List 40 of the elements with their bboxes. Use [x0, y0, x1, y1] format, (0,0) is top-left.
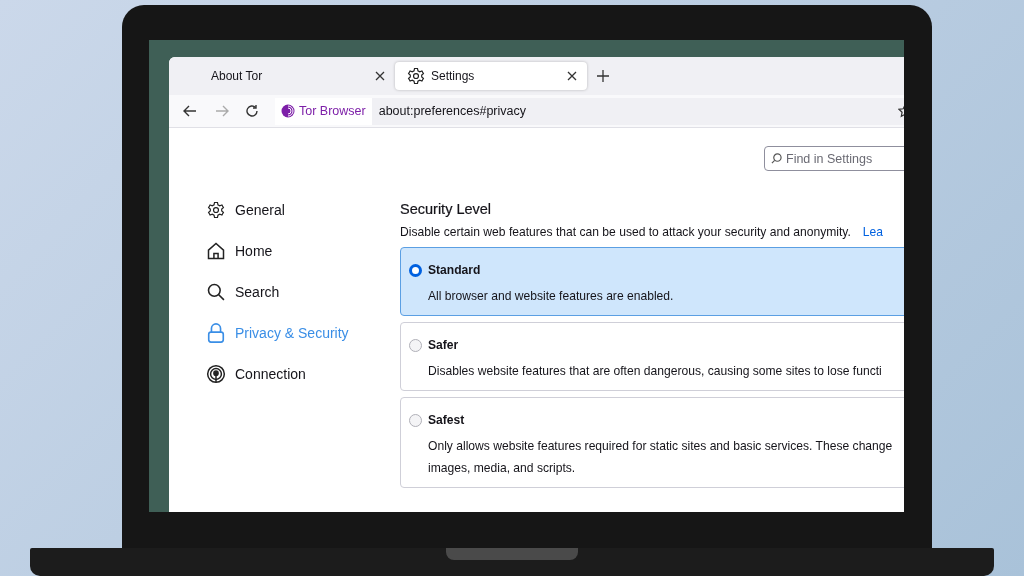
radio-button[interactable] [409, 413, 422, 427]
new-tab-icon[interactable] [597, 70, 609, 82]
address-bar[interactable]: Tor Browser about:preferences#privacy [275, 97, 904, 125]
sidebar-item[interactable]: General [205, 189, 362, 230]
browser-tab[interactable]: Settings [395, 62, 587, 90]
option-description: Only allows website features required for static sites and basic services. These change [428, 438, 894, 455]
gear-icon [207, 200, 225, 219]
option-card[interactable]: Safer Disables website features that are often dangerous, causing some sites to lose functi [400, 322, 904, 391]
section-description: Disable certain web features that can be used to attack your security and anonymity. [400, 224, 851, 241]
signal-icon [206, 363, 226, 384]
learn-more-link[interactable]: Lea [862, 223, 884, 241]
lock-icon [206, 321, 226, 344]
search-icon [771, 153, 782, 164]
sidebar-item[interactable]: Home [205, 230, 362, 271]
url-text: about:preferences#privacy [378, 104, 526, 118]
section-title: Security Level [400, 200, 493, 219]
radio-button[interactable] [409, 338, 422, 352]
gear-icon [407, 67, 425, 85]
home-icon [206, 240, 226, 261]
close-icon[interactable] [567, 71, 577, 81]
sidebar-item[interactable]: Privacy & Security [205, 312, 362, 353]
onion-icon [281, 104, 295, 118]
browser-tab[interactable]: About Tor [169, 62, 395, 90]
search-icon [206, 281, 226, 302]
radio-button[interactable] [409, 263, 422, 277]
option-title: Standard [428, 263, 481, 277]
option-card[interactable]: Safest Only allows website features required for static sites and basic services. These change images, media, and scripts. [400, 397, 904, 488]
option-title: Safer [428, 338, 459, 352]
option-description: images, media, and scripts. [428, 460, 577, 477]
option-title: Safest [428, 413, 465, 427]
option-card[interactable]: Standard All browser and website features are enabled. [400, 247, 904, 316]
option-description: All browser and website features are enabled. [428, 288, 675, 305]
sidebar-item[interactable]: Connection [205, 353, 362, 394]
back-icon[interactable] [183, 105, 197, 117]
search-field[interactable]: Find in Settings [764, 146, 904, 171]
close-icon[interactable] [375, 71, 385, 81]
sidebar-item[interactable]: Search [205, 271, 362, 312]
identity-chip[interactable]: Tor Browser [275, 97, 372, 125]
reload-icon[interactable] [245, 104, 259, 118]
option-description: Disables website features that are often dangerous, causing some sites to lose functi [428, 363, 883, 380]
